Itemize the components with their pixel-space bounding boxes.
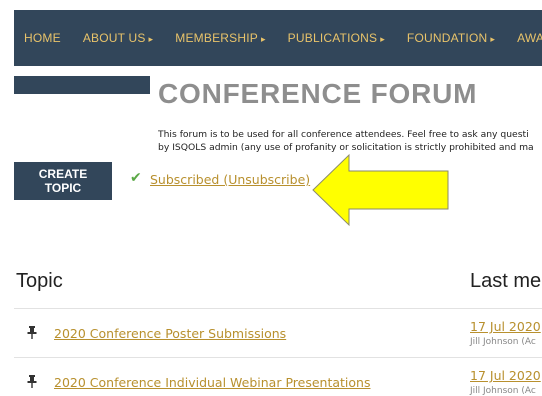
last-message-date[interactable]: 17 Jul 2020 — [470, 368, 541, 383]
nav-item-awards[interactable]: AWARDS▸ — [517, 31, 542, 45]
topic-link[interactable]: 2020 Conference Individual Webinar Prese… — [54, 375, 370, 390]
nav-item-label: FOUNDATION — [406, 31, 488, 45]
caret-right-icon: ▸ — [148, 34, 154, 44]
nav-item-label: AWARDS — [517, 31, 542, 45]
nav-item-label: HOME — [24, 31, 61, 45]
pin-icon — [27, 326, 37, 342]
last-message-date[interactable]: 17 Jul 2020 — [470, 319, 541, 334]
nav-item-about-us[interactable]: ABOUT US ▸ — [83, 31, 153, 45]
topic-column-header: Topic — [16, 270, 63, 292]
nav-item-label: ABOUT US — [82, 31, 146, 45]
arrow-left-icon — [312, 153, 449, 227]
pin-icon — [27, 375, 37, 391]
forum-intro: This forum is to be used for all confere… — [158, 128, 542, 154]
nav-item-label: MEMBERSHIP — [175, 31, 258, 45]
main-nav: HOME ABOUT US ▸ MEMBERSHIP ▸ PUBLICATIONS ▸… — [14, 10, 542, 66]
unsubscribe-link[interactable]: Subscribed (Unsubscribe) — [150, 172, 310, 187]
topic-link[interactable]: 2020 Conference Poster Submissions — [54, 326, 286, 341]
nav-item-foundation[interactable]: FOUNDATION ▸ — [407, 31, 495, 45]
nav-item-membership[interactable]: MEMBERSHIP ▸ — [175, 31, 265, 45]
caret-right-icon: ▸ — [490, 34, 496, 44]
intro-line-1: This forum is to be used for all confere… — [158, 129, 529, 140]
nav-item-home[interactable]: HOME — [24, 31, 61, 45]
create-topic-button[interactable]: CREATE TOPIC — [14, 162, 112, 200]
last-message-author: Jill Johnson (Ac — [470, 386, 536, 396]
caret-right-icon: ▸ — [380, 34, 385, 44]
last-message-author: Jill Johnson (Ac — [470, 337, 536, 347]
title-accent-bar — [14, 76, 150, 94]
table-divider — [14, 308, 542, 309]
last-message-column-header: Last me — [470, 270, 542, 292]
caret-right-icon: ▸ — [260, 34, 266, 44]
nav-item-publications[interactable]: PUBLICATIONS ▸ — [288, 31, 385, 45]
table-divider — [14, 357, 542, 358]
nav-item-label: PUBLICATIONS — [287, 31, 378, 45]
page-title: CONFERENCE FORUM — [158, 78, 478, 109]
check-icon: ✔ — [130, 170, 142, 186]
